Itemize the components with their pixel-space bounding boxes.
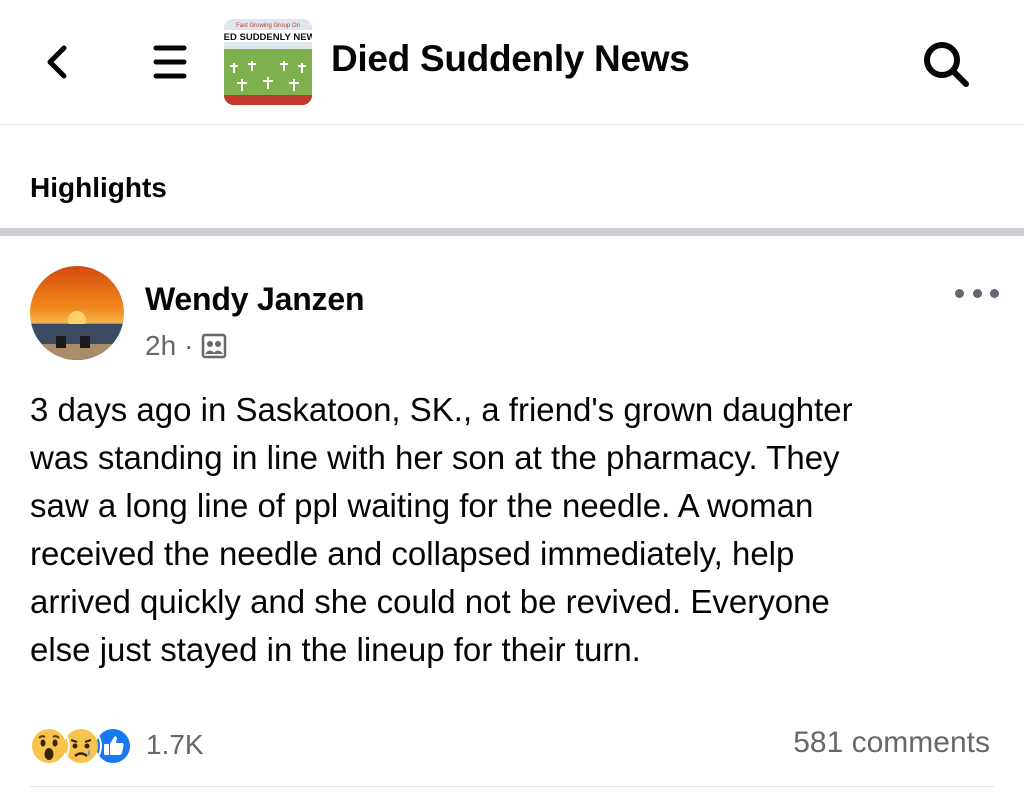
reaction-icons [28,725,140,767]
menu-button[interactable] [148,40,192,84]
post-author[interactable]: Wendy Janzen [145,281,364,318]
group-audience-icon [202,333,227,359]
group-tabs: Highlights [0,124,1024,228]
post-time[interactable]: 2h [145,330,176,362]
thumb-title-text: DIED SUDDENLY NEWS [224,32,312,43]
group-thumbnail[interactable]: Fast Growing Group On DIED SUDDENLY NEWS [224,19,312,105]
thumb-banner-text: Fast Growing Group On [236,23,300,29]
post-text: 3 days ago in Saskatoon, SK., a friend's… [30,391,853,668]
section-divider [0,228,1024,236]
reaction-count: 1.7K [146,729,204,760]
post-meta: 2h · [145,330,227,362]
back-button[interactable] [36,40,80,84]
reactions-summary[interactable]: 1.7K [28,722,204,768]
cemetery-image: Fast Growing Group On DIED SUDDENLY NEWS [224,19,312,105]
meta-separator: · [184,330,194,361]
post-bottom-divider [30,786,994,787]
tab-highlights[interactable]: Highlights [30,172,167,204]
wow-reaction-icon [28,725,70,767]
hamburger-icon [153,45,187,79]
chevron-left-icon [47,45,67,79]
more-dots-icon [955,288,964,298]
comments-count-link[interactable]: 581 comments [793,726,990,760]
more-options-button[interactable] [955,280,999,306]
search-button[interactable] [918,36,974,92]
group-header: Fast Growing Group On DIED SUDDENLY NEWS… [0,0,1024,125]
group-title[interactable]: Died Suddenly News [331,38,690,80]
sunset-avatar-image [30,266,124,360]
search-icon [924,42,969,87]
avatar[interactable] [30,266,124,360]
